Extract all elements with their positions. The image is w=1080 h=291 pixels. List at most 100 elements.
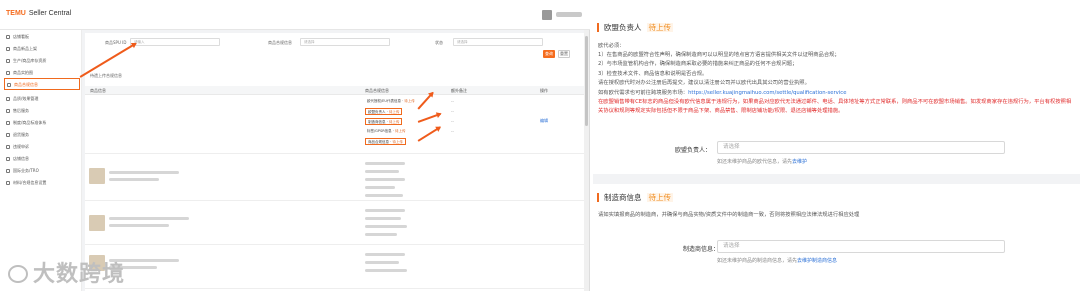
blurred-text	[109, 178, 159, 181]
sidebar-item[interactable]: 商品新品上架	[4, 43, 80, 54]
brand-subtitle: Seller Central	[28, 10, 72, 17]
sidebar-item[interactable]: 商品实拍图	[4, 67, 80, 78]
compliance-attr-label: 商品合规信息	[268, 40, 292, 45]
spu-id-label: 商品SPU ID	[105, 40, 127, 45]
service-market-prefix: 如有欧代需求也可前往跨境服务市场：	[598, 90, 689, 96]
blurred-text	[365, 194, 403, 197]
compliance-attr-manufacturer[interactable]: 制造商信息 · 待上传	[365, 118, 403, 125]
sidebar-item-compliance-active[interactable]: 商品合规信息	[4, 78, 80, 90]
eu-intro: 欧代必须：	[598, 43, 625, 49]
watermark-logo-icon	[8, 265, 28, 283]
sidebar-item-label: 国际业务/TRO	[13, 168, 39, 173]
sidebar-item[interactable]: 店铺信息	[4, 153, 80, 164]
scrollbar[interactable]	[584, 30, 589, 291]
status-badge: 待上传	[646, 23, 673, 32]
blurred-text	[365, 186, 395, 189]
scrollbar-thumb[interactable]	[585, 36, 588, 126]
attr-status: 待上传	[404, 99, 415, 103]
compliance-attr-select[interactable]: 请选择	[300, 38, 390, 46]
watermark-text: 大数跨境	[33, 262, 126, 287]
reset-button[interactable]: 重置	[558, 50, 570, 58]
menu-icon	[7, 83, 11, 87]
blurred-text	[365, 225, 407, 228]
table-header: 商品信息 商品合规信息 额外备注 操作	[85, 86, 585, 95]
sidebar-item[interactable]: 材料/合规信息设置	[4, 177, 80, 188]
blurred-text	[365, 178, 405, 181]
status-select[interactable]: 请选择	[453, 38, 543, 46]
compliance-attr-item[interactable]: 标签/GPSR信息 · 待上传	[365, 128, 408, 135]
query-button[interactable]: 查询	[543, 50, 555, 58]
menu-icon	[6, 35, 10, 39]
table-row	[85, 156, 585, 201]
eu-responsible-hint: 如还未维护商品的欧代信息，请先去维护	[717, 158, 807, 165]
eu-section-title: 欧盟负责人 待上传	[597, 23, 673, 32]
edit-link[interactable]: 编辑	[540, 118, 548, 124]
eu-responsible-label: 欧盟负责人：	[675, 147, 712, 154]
sidebar-item[interactable]: 店铺看板	[4, 31, 80, 42]
compliance-attr-eu-responsible[interactable]: 欧盟负责人 · 待上传	[365, 108, 403, 115]
eu-warning: 在欧盟销售带有CE标志的商品但没有欧代信息属于违规行为，如果商品对应欧代无法通过…	[598, 99, 1072, 114]
section-title-text: 制造商信息	[604, 193, 642, 202]
sidebar-item[interactable]: 退货服务	[4, 129, 80, 140]
note-empty: --	[451, 119, 454, 124]
menu-icon	[6, 133, 10, 137]
table-row	[85, 247, 585, 289]
sidebar-item[interactable]: 违规申诉	[4, 141, 80, 152]
sidebar-item-label: 售后服务	[13, 108, 29, 113]
eu-responsible-select[interactable]: 请选择	[717, 141, 1005, 154]
menu-icon	[6, 169, 10, 173]
attr-status: 待上传	[395, 129, 406, 133]
menu-icon	[6, 145, 10, 149]
top-bar: TEMU Seller Central	[0, 0, 590, 30]
eu-requirement-line: 1）在售商品的欧盟符合性声明，确保制造商可以以明显的地点官方语言提供相关文件以证…	[598, 52, 840, 58]
note-empty: --	[451, 99, 454, 104]
table-row	[85, 203, 585, 245]
filter-bar: 商品SPU ID 请输入 商品合规信息 请选择 状态 请选择 查询 重置	[85, 33, 585, 78]
maintain-manufacturer-link[interactable]: 去维护制造商信息	[797, 258, 837, 264]
sidebar-item-label: 材料/合规信息设置	[13, 180, 47, 185]
attr-name: 标签/GPSR信息	[367, 129, 392, 133]
menu-icon	[6, 97, 10, 101]
column-header: 商品信息	[90, 88, 106, 93]
section-title-text: 欧盟负责人	[604, 23, 642, 32]
spu-id-input[interactable]: 请输入	[130, 38, 220, 46]
menu-icon	[6, 71, 10, 75]
hint-text: 如还未维护商品的制造商信息，请先	[717, 258, 798, 264]
menu-icon	[6, 59, 10, 63]
attr-status: 待上传	[392, 140, 403, 144]
menu-icon	[6, 47, 10, 51]
account-name-blurred[interactable]	[556, 12, 582, 17]
sidebar-item[interactable]: 生产/商品库存资质	[4, 55, 80, 66]
menu-icon	[6, 157, 10, 161]
avatar[interactable]	[542, 10, 552, 20]
service-market-link[interactable]: https://seller.kuajingmaihuo.com/settle/…	[688, 90, 846, 96]
product-thumbnail-blurred	[89, 168, 105, 184]
brand-logo[interactable]: TEMU Seller Central	[6, 10, 71, 17]
blurred-text	[365, 261, 399, 264]
blurred-text	[365, 209, 405, 212]
eu-requirement-line: 2）与市场监管机构合作，确保制造商采取必要的措施来纠正商品的任何不合规问题；	[598, 61, 798, 67]
sidebar: 店铺看板 商品新品上架 生产/商品库存资质 商品实拍图 商品合规信息 品质/效果…	[0, 30, 82, 291]
sidebar-item[interactable]: 售后服务	[4, 105, 80, 116]
blurred-text	[365, 269, 407, 272]
manufacturer-hint: 如还未维护商品的制造商信息，请先去维护制造商信息	[717, 257, 837, 264]
blurred-text	[365, 253, 405, 256]
sidebar-item[interactable]: 国际业务/TRO	[4, 165, 80, 176]
manufacturer-section-title: 制造商信息 待上传	[597, 193, 673, 202]
attr-name: 欧代授权/EU代表信息	[367, 99, 401, 103]
screenshot-root: TEMU Seller Central 店铺看板 商品新品上架 生产/商品库存资质…	[0, 0, 1080, 291]
sidebar-item[interactable]: 品质/效果管理	[4, 93, 80, 104]
compliance-attr-item[interactable]: 欧代授权/EU代表信息 · 待上传	[365, 98, 417, 105]
sidebar-item-label: 生产/商品库存资质	[13, 58, 47, 63]
sidebar-item-label: 商品合规信息	[14, 82, 38, 87]
maintain-eu-rep-link[interactable]: 去维护	[792, 159, 807, 165]
blurred-text	[109, 217, 189, 220]
sidebar-item-label: 商品新品上架	[13, 46, 37, 51]
column-header: 操作	[540, 88, 548, 93]
table-title: 待遗上传合规信息	[90, 73, 122, 78]
sidebar-item[interactable]: 制度/商品标准体系	[4, 117, 80, 128]
sidebar-item-label: 店铺信息	[13, 156, 29, 161]
attr-name: 制造商信息	[368, 120, 386, 124]
compliance-attr-product[interactable]: 商品合规信息 · 待上传	[365, 138, 406, 145]
manufacturer-select[interactable]: 请选择	[717, 240, 1005, 253]
